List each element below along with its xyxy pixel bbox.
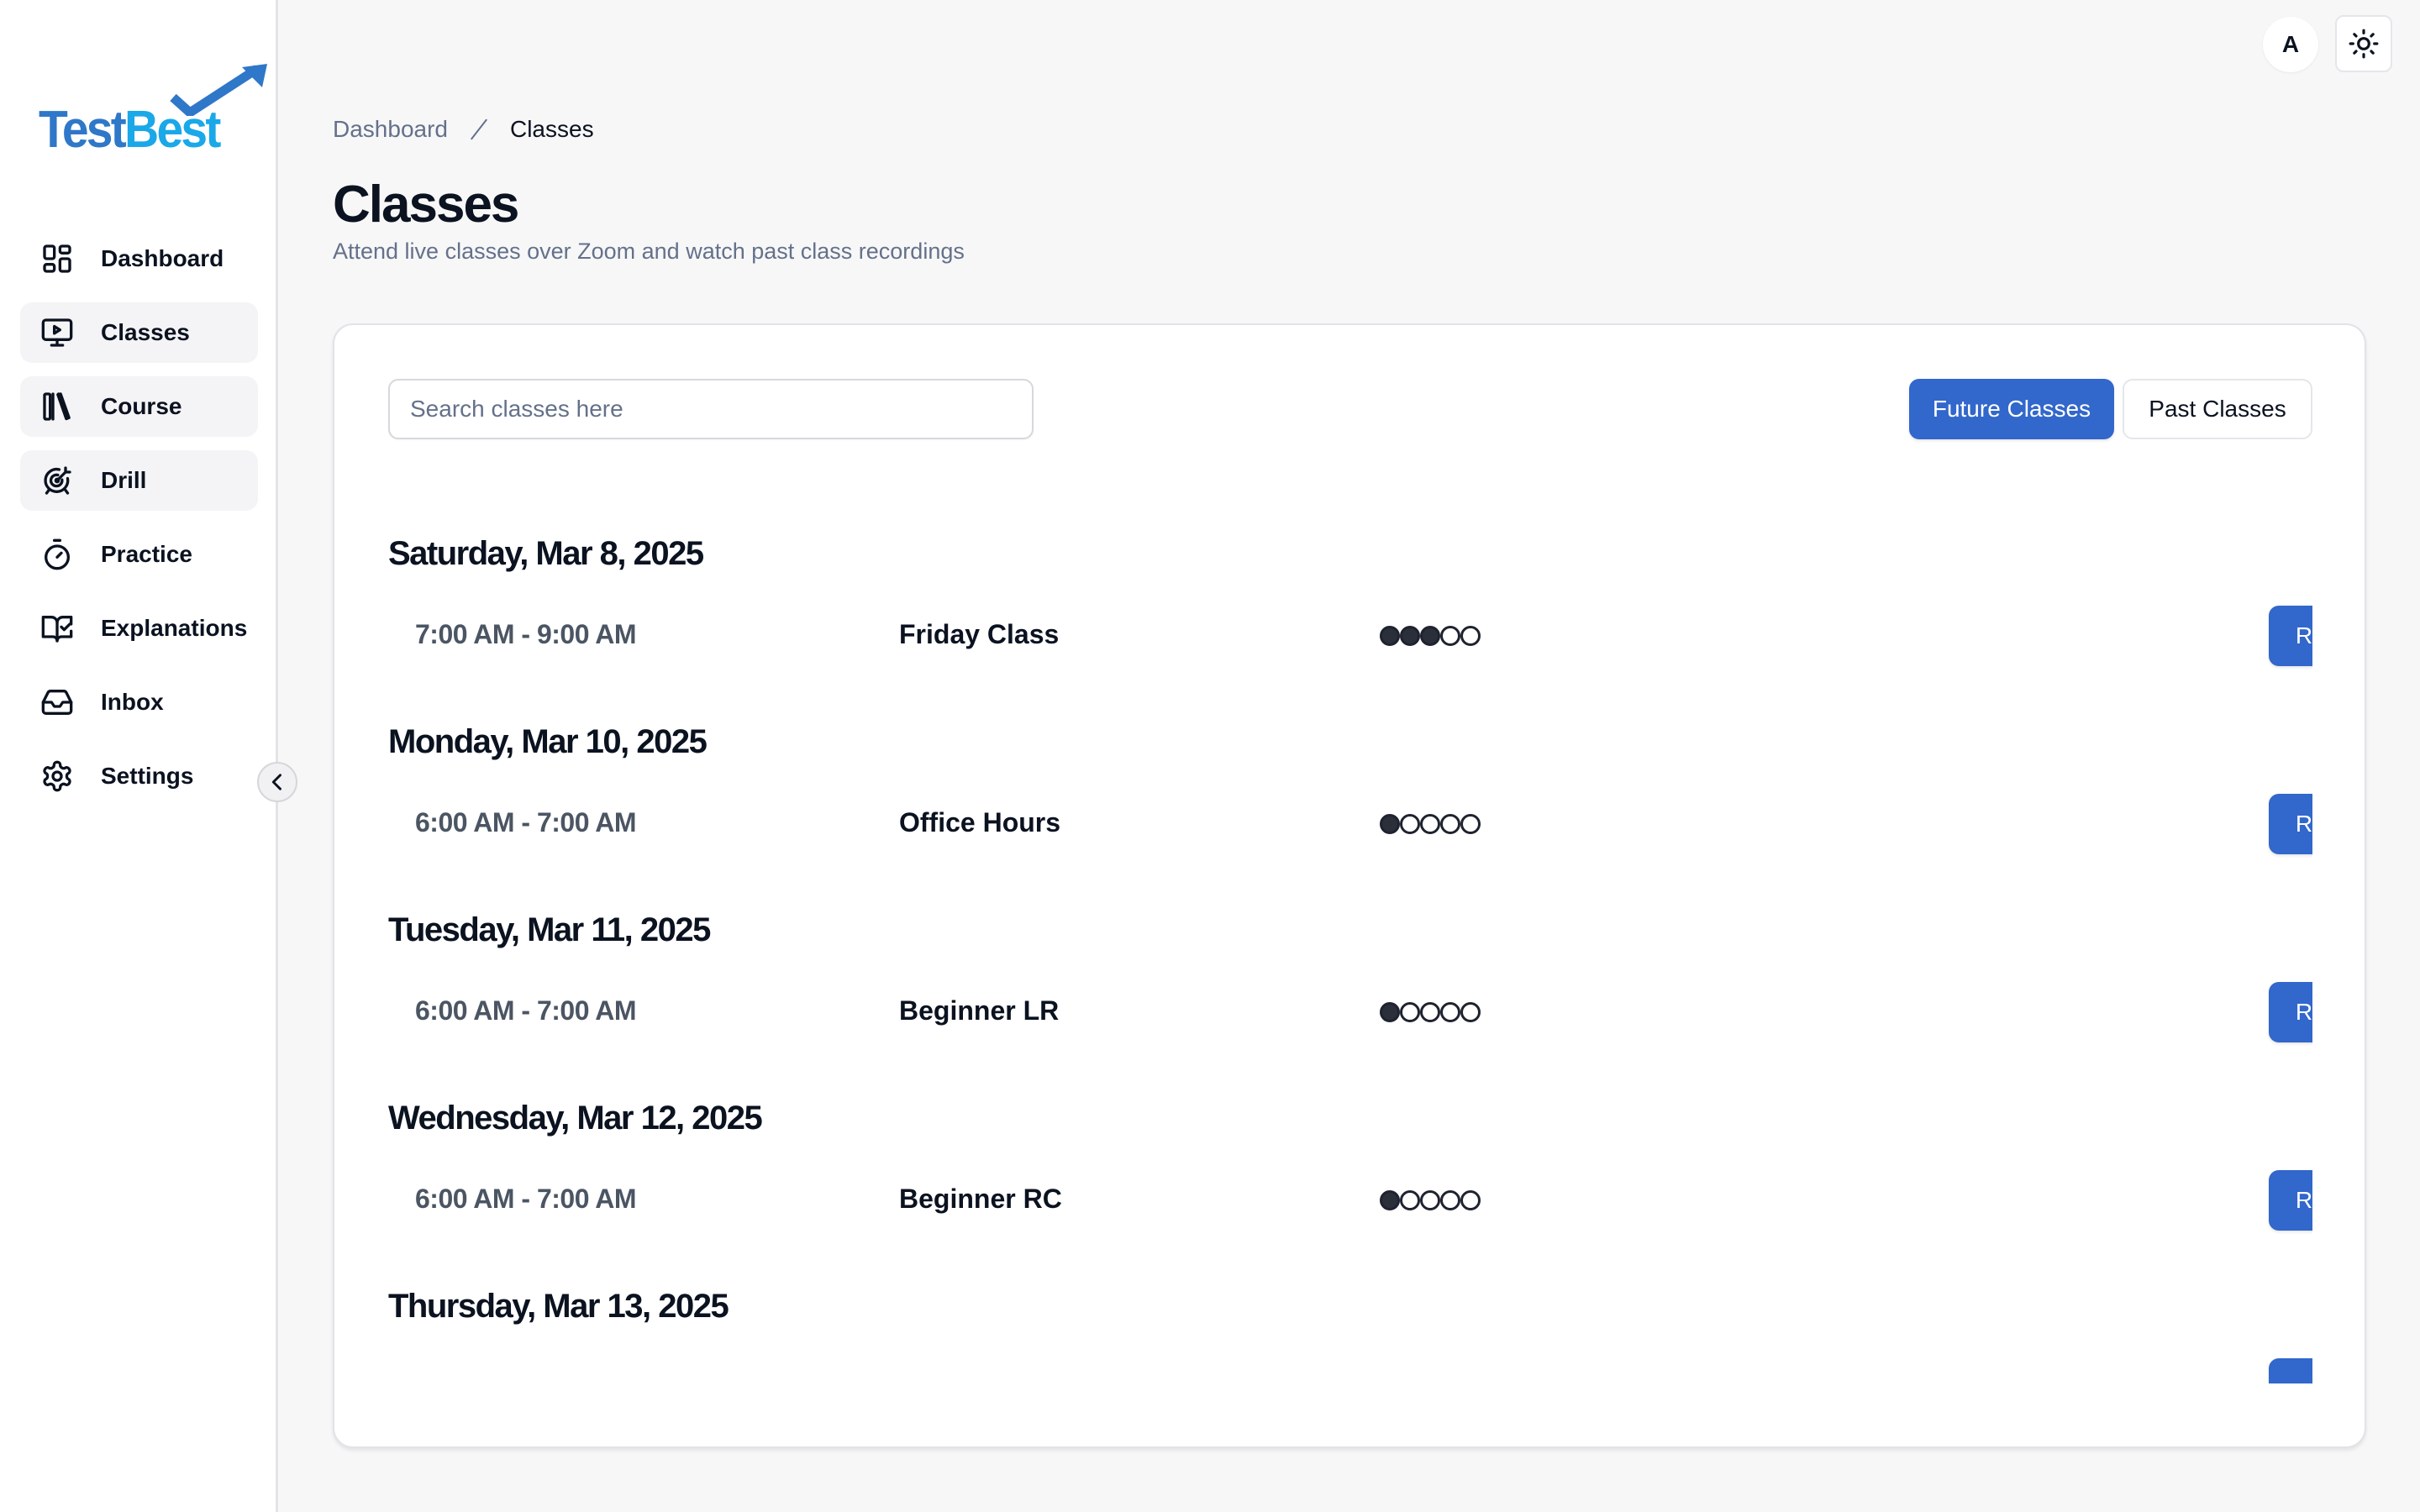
- stopwatch-icon: [40, 538, 74, 571]
- class-time: 7:00 AM - 9:00 AM: [415, 619, 636, 649]
- inbox-icon: [40, 685, 74, 719]
- day-heading: Wednesday, Mar 12, 2025: [388, 1100, 763, 1137]
- logo-wordmark: TestBest: [39, 101, 221, 159]
- theme-toggle-button[interactable]: [2335, 15, 2392, 72]
- class-row: 6:00 AM - 7:00 AM Office Hours Register: [388, 792, 2312, 856]
- day-group: Wednesday, Mar 12, 2025 6:00 AM - 7:00 AM…: [388, 1100, 2312, 1288]
- day-heading: Saturday, Mar 8, 2025: [388, 535, 704, 572]
- page-title: Classes: [333, 176, 519, 234]
- register-button[interactable]: Register: [2269, 606, 2312, 666]
- sidebar-item-label: Settings: [101, 763, 194, 789]
- sidebar-item-label: Drill: [101, 467, 147, 493]
- class-name: Office Hours: [899, 807, 1061, 837]
- class-name: Beginner RC: [899, 1184, 1062, 1214]
- classes-card: Future Classes Past Classes Saturday, Ma…: [333, 323, 2366, 1448]
- level-dot-filled-icon: [1380, 626, 1400, 646]
- class-row: 6:00 AM - 7:00 AM Beginner LR Register: [388, 980, 2312, 1044]
- sun-icon: [2349, 29, 2379, 59]
- sidebar-item-practice[interactable]: Practice: [20, 524, 258, 585]
- slash-separator-icon: [471, 118, 487, 140]
- sidebar-item-label: Inbox: [101, 689, 164, 715]
- sidebar-item-label: Dashboard: [101, 245, 224, 271]
- search-input[interactable]: [388, 379, 1034, 439]
- future-classes-button[interactable]: Future Classes: [1909, 379, 2114, 439]
- level-dot-empty-icon: [1460, 626, 1481, 646]
- sidebar-item-label: Practice: [101, 541, 192, 567]
- chevron-left-icon: [271, 774, 281, 790]
- class-row: 6:00 AM - 7:00 AM Beginner RC Register: [388, 1168, 2312, 1232]
- class-row: [388, 1357, 2312, 1383]
- sidebar-item-drill[interactable]: Drill: [20, 450, 258, 511]
- sidebar: TestBest Dashboard Classes Course Drill …: [0, 0, 278, 1512]
- difficulty-level-indicator: [1380, 814, 1481, 834]
- difficulty-level-indicator: [1380, 1002, 1481, 1022]
- register-button[interactable]: Register: [2269, 794, 2312, 854]
- monitor-play-icon: [40, 316, 74, 349]
- level-dot-filled-icon: [1380, 814, 1400, 834]
- level-dot-filled-icon: [1400, 626, 1420, 646]
- level-dot-empty-icon: [1440, 626, 1460, 646]
- level-dot-filled-icon: [1380, 1002, 1400, 1022]
- sidebar-nav: Dashboard Classes Course Drill Practice: [20, 228, 258, 820]
- sidebar-item-inbox[interactable]: Inbox: [20, 672, 258, 732]
- class-time: 6:00 AM - 7:00 AM: [415, 1184, 636, 1214]
- class-row: 7:00 AM - 9:00 AM Friday Class Register: [388, 604, 2312, 668]
- level-dot-empty-icon: [1460, 1190, 1481, 1210]
- level-dot-empty-icon: [1420, 1190, 1440, 1210]
- difficulty-level-indicator: [1380, 1190, 1481, 1210]
- level-dot-filled-icon: [1420, 626, 1440, 646]
- class-time: 6:00 AM - 7:00 AM: [415, 807, 636, 837]
- level-dot-empty-icon: [1420, 1002, 1440, 1022]
- level-dot-empty-icon: [1440, 1190, 1460, 1210]
- library-books-icon: [40, 390, 74, 423]
- level-dot-empty-icon: [1460, 1002, 1481, 1022]
- sidebar-item-settings[interactable]: Settings: [20, 746, 258, 806]
- sidebar-collapse-button[interactable]: [257, 762, 297, 802]
- difficulty-level-indicator: [1380, 626, 1481, 646]
- past-classes-button[interactable]: Past Classes: [2123, 379, 2312, 439]
- testbest-logo[interactable]: TestBest: [39, 64, 267, 159]
- target-arrow-icon: [40, 464, 74, 497]
- sidebar-item-label: Explanations: [101, 615, 248, 641]
- register-button[interactable]: [2269, 1358, 2312, 1383]
- dashboard-grid-icon: [40, 242, 74, 276]
- sidebar-item-dashboard[interactable]: Dashboard: [20, 228, 258, 289]
- day-group: Saturday, Mar 8, 2025 7:00 AM - 9:00 AM Fr…: [388, 535, 2312, 723]
- day-group: Tuesday, Mar 11, 2025 6:00 AM - 7:00 AM Be…: [388, 911, 2312, 1100]
- level-dot-empty-icon: [1400, 1002, 1420, 1022]
- breadcrumb-current: Classes: [509, 116, 594, 142]
- day-heading: Monday, Mar 10, 2025: [388, 723, 708, 760]
- register-button[interactable]: Register: [2269, 982, 2312, 1042]
- day-group: Monday, Mar 10, 2025 6:00 AM - 7:00 AM Off…: [388, 723, 2312, 911]
- sidebar-item-label: Course: [101, 393, 182, 419]
- level-dot-filled-icon: [1380, 1190, 1400, 1210]
- sidebar-item-course[interactable]: Course: [20, 376, 258, 437]
- page-subtitle: Attend live classes over Zoom and watch …: [333, 239, 965, 264]
- book-check-icon: [40, 612, 74, 645]
- level-dot-empty-icon: [1440, 1002, 1460, 1022]
- user-avatar[interactable]: A: [2263, 17, 2318, 72]
- level-dot-empty-icon: [1420, 814, 1440, 834]
- class-time: 6:00 AM - 7:00 AM: [415, 995, 636, 1026]
- register-button[interactable]: Register: [2269, 1170, 2312, 1231]
- breadcrumb-dashboard-link[interactable]: Dashboard: [333, 116, 448, 143]
- level-dot-empty-icon: [1460, 814, 1481, 834]
- sidebar-item-classes[interactable]: Classes: [20, 302, 258, 363]
- gear-icon: [40, 759, 74, 793]
- class-name: Beginner LR: [899, 995, 1060, 1026]
- day-heading: Thursday, Mar 13, 2025: [388, 1288, 729, 1325]
- class-name: Friday Class: [899, 619, 1060, 649]
- day-group: Thursday, Mar 13, 2025: [388, 1288, 2312, 1383]
- level-dot-empty-icon: [1400, 814, 1420, 834]
- level-dot-empty-icon: [1400, 1190, 1420, 1210]
- class-schedule-list[interactable]: Saturday, Mar 8, 2025 7:00 AM - 9:00 AM Fr…: [388, 535, 2312, 1383]
- sidebar-item-explanations[interactable]: Explanations: [20, 598, 258, 659]
- sidebar-item-label: Classes: [101, 319, 190, 345]
- breadcrumb: Dashboard Classes: [333, 116, 594, 143]
- day-heading: Tuesday, Mar 11, 2025: [388, 911, 711, 948]
- level-dot-empty-icon: [1440, 814, 1460, 834]
